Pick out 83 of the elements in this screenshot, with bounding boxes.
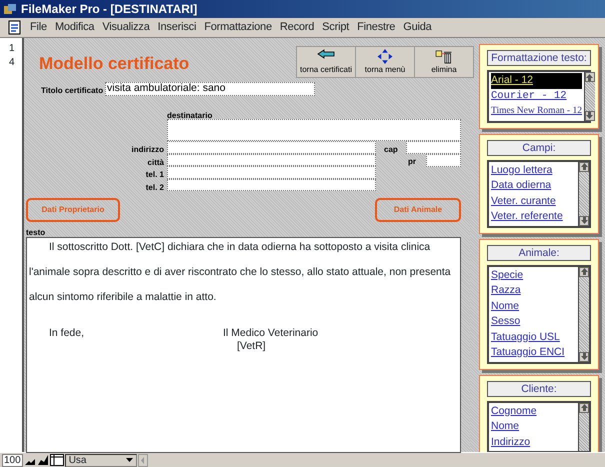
list-link[interactable]: Tatuaggio USL: [491, 330, 576, 345]
text-line: Il sottoscritto Dott. [VetC] dichiara che in data odierna ha sottoposto a visita clinica: [49, 240, 430, 255]
field-label: tel. 1: [144, 169, 164, 181]
record-number: 4: [9, 56, 16, 70]
list-link[interactable]: Specie: [491, 268, 576, 283]
scroll-up-button[interactable]: [579, 266, 589, 276]
menu-item[interactable]: Script: [318, 19, 354, 36]
field-label: destinatario: [167, 110, 212, 122]
scrollbar[interactable]: [578, 266, 589, 362]
list-link[interactable]: Luogo lettera: [491, 162, 576, 178]
field-label: testo: [26, 227, 46, 239]
record-number: 1: [9, 42, 16, 56]
window-title: FileMaker Pro - [DESTINATARI]: [21, 1, 198, 18]
panel-header: Animale:: [487, 244, 591, 260]
input-field[interactable]: [167, 141, 376, 154]
field-label: pr: [408, 156, 416, 168]
list-link[interactable]: Cognome: [491, 404, 576, 419]
field-label: cap: [384, 144, 398, 156]
scroll-down-button[interactable]: [584, 110, 595, 120]
list-link[interactable]: Data odierna: [491, 178, 576, 194]
recipient-field[interactable]: [167, 119, 461, 141]
field-label: Titolo certificato: [41, 85, 104, 97]
caret-icon: [126, 458, 133, 462]
text-area[interactable]: [26, 237, 461, 453]
toolbar-button[interactable]: torna certificati: [296, 46, 356, 78]
list-box[interactable]: Luogo lettera Data odierna Veter. curante Veter. referente: [487, 160, 591, 228]
signature-text: Il Medico Veterinario: [223, 326, 318, 341]
input-field[interactable]: [167, 166, 376, 178]
input-field[interactable]: [406, 141, 461, 154]
signature-text: In fede,: [49, 326, 84, 341]
menu-item[interactable]: Visualizza: [98, 19, 154, 36]
list-link[interactable]: Indirizzo: [491, 434, 576, 450]
input-field[interactable]: [426, 154, 461, 166]
layout-icon[interactable]: [50, 454, 64, 466]
toolbar-button[interactable]: torna menù: [355, 46, 415, 78]
zoom-level[interactable]: 100: [2, 454, 23, 466]
signature-text: [VetR]: [237, 339, 266, 354]
list-link[interactable]: Courier - 12: [491, 88, 582, 104]
list-box[interactable]: Specie Razza Nome Sesso Tatuaggio USL Tatuaggio ENCI: [487, 264, 591, 364]
four-arrows-icon: [377, 49, 393, 64]
scroll-up-button[interactable]: [584, 72, 595, 82]
menu-item[interactable]: Record: [276, 19, 318, 36]
title-field[interactable]: visita ambulatoriale: sano: [105, 82, 315, 96]
list-link[interactable]: Times New Roman - 12: [491, 104, 582, 120]
panel-header: Formattazione testo:: [487, 50, 591, 66]
list-link[interactable]: Tatuaggio ENCI: [491, 345, 576, 360]
menu-item[interactable]: Guida: [399, 19, 436, 36]
list-box[interactable]: Cognome Nome Indirizzo: [487, 400, 591, 452]
menu-item[interactable]: File: [26, 19, 51, 36]
menu-item[interactable]: Formattazione: [200, 19, 276, 36]
document-icon[interactable]: [8, 20, 22, 35]
form-title: Modello certificato: [39, 53, 190, 75]
panel-header: Cliente:: [487, 380, 591, 396]
field-label: tel. 2: [144, 182, 164, 194]
text-line: alcun sintomo riferibile a malattie in atto.: [29, 290, 216, 305]
scrollbar[interactable]: [578, 162, 589, 226]
list-link[interactable]: Razza: [491, 283, 576, 298]
scroll-down-button[interactable]: [579, 216, 589, 226]
list-link[interactable]: Nome: [491, 298, 576, 314]
scrollbar[interactable]: [578, 402, 589, 451]
arrow-left-icon: [317, 49, 335, 59]
input-field[interactable]: [167, 178, 376, 191]
scrollbar[interactable]: [584, 72, 595, 120]
list-link[interactable]: Veter. referente: [491, 209, 576, 224]
toolbar-button[interactable]: elimina: [414, 46, 474, 78]
menu-item[interactable]: Finestre: [353, 19, 400, 36]
scroll-up-button[interactable]: [579, 402, 589, 412]
menu-item[interactable]: Modifica: [50, 19, 98, 36]
text-line: l'animale sopra descritto e di aver riscontrato che lo stesso, allo stato attuale, non presenta: [29, 265, 451, 280]
scroll-down-button[interactable]: [579, 352, 589, 362]
field-label: indirizzo: [130, 144, 164, 156]
menu-item[interactable]: Inserisci: [154, 19, 200, 36]
trash-icon: [435, 49, 453, 64]
scroll-up-button[interactable]: [579, 162, 589, 172]
mode-dropdown[interactable]: Usa: [64, 454, 137, 466]
app-icon: [3, 2, 17, 16]
list-link[interactable]: Sesso: [491, 314, 576, 330]
input-field[interactable]: [167, 154, 376, 166]
list-link[interactable]: Nome: [491, 419, 576, 434]
panel-header: Campi:: [487, 140, 591, 156]
field-label: città: [146, 156, 164, 168]
list-link[interactable]: Veter. curante: [491, 194, 576, 209]
list-link[interactable]: Arial - 12: [491, 73, 582, 88]
